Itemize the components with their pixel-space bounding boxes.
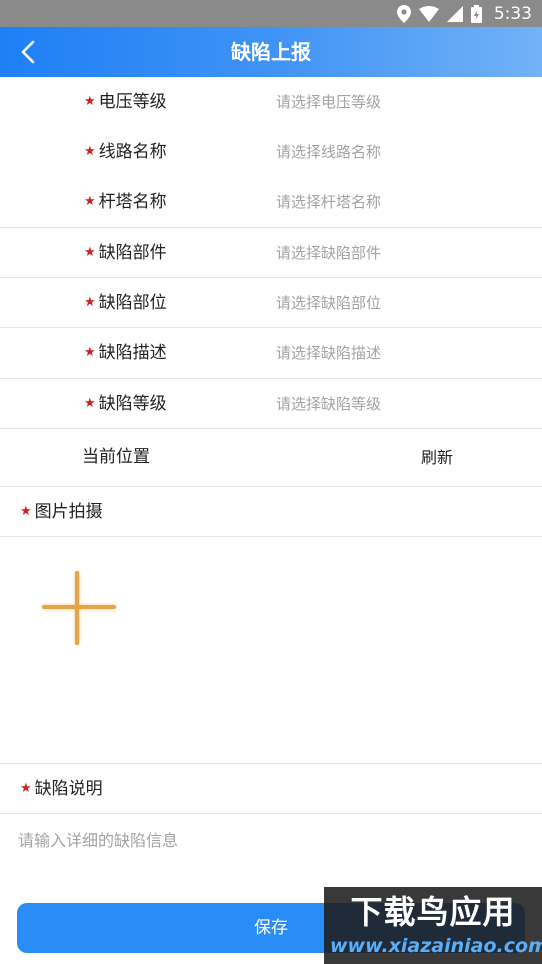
add-photo-button[interactable] <box>38 568 120 648</box>
defect-part-row[interactable]: ★ 缺陷部位 请选择缺陷部位 <box>0 278 542 328</box>
line-name-row[interactable]: ★ 线路名称 请选择线路名称 <box>0 127 542 177</box>
divider <box>0 536 542 537</box>
watermark-title: 下载鸟应用 <box>350 893 516 931</box>
voltage-level-select[interactable]: 请选择电压等级 <box>276 77 381 127</box>
required-star-icon: ★ <box>20 504 32 519</box>
location-icon <box>396 4 411 23</box>
voltage-level-label-text: 电压等级 <box>98 92 167 112</box>
defect-component-label: ★ 缺陷部件 <box>84 228 167 278</box>
line-name-select[interactable]: 请选择线路名称 <box>276 127 381 177</box>
defect-description-select[interactable]: 请选择缺陷描述 <box>276 328 381 378</box>
description-section-label-text: 缺陷说明 <box>34 779 103 799</box>
required-star-icon: ★ <box>84 396 96 411</box>
line-name-label: ★ 线路名称 <box>84 127 167 177</box>
status-bar: 5:33 <box>0 0 542 27</box>
defect-level-select[interactable]: 请选择缺陷等级 <box>276 379 381 429</box>
voltage-level-row[interactable]: ★ 电压等级 请选择电压等级 <box>0 77 542 127</box>
battery-icon <box>470 4 482 23</box>
voltage-level-label: ★ 电压等级 <box>84 77 167 127</box>
defect-level-label-text: 缺陷等级 <box>98 394 167 414</box>
required-star-icon: ★ <box>84 144 96 159</box>
status-icons: 5:33 <box>396 3 532 24</box>
required-star-icon: ★ <box>20 781 32 796</box>
watermark-url: www.xiazainiao.com <box>330 935 542 957</box>
divider <box>0 813 542 814</box>
defect-component-select[interactable]: 请选择缺陷部件 <box>276 228 381 278</box>
status-time: 5:33 <box>493 3 532 24</box>
defect-part-label: ★ 缺陷部位 <box>84 278 167 328</box>
line-name-label-text: 线路名称 <box>98 142 167 162</box>
required-star-icon: ★ <box>84 295 96 310</box>
wifi-icon <box>418 5 439 22</box>
defect-description-label: ★ 缺陷描述 <box>84 328 167 378</box>
defect-level-row[interactable]: ★ 缺陷等级 请选择缺陷等级 <box>0 379 542 429</box>
watermark: 下载鸟应用 www.xiazainiao.com <box>324 887 542 964</box>
defect-description-row[interactable]: ★ 缺陷描述 请选择缺陷描述 <box>0 328 542 378</box>
tower-name-select[interactable]: 请选择杆塔名称 <box>276 177 381 227</box>
page-title: 缺陷上报 <box>231 40 311 64</box>
required-star-icon: ★ <box>84 345 96 360</box>
defect-detail-input[interactable] <box>0 815 542 895</box>
defect-component-row[interactable]: ★ 缺陷部件 请选择缺陷部件 <box>0 228 542 278</box>
required-star-icon: ★ <box>84 94 96 109</box>
signal-icon <box>446 5 463 22</box>
defect-part-label-text: 缺陷部位 <box>98 293 167 313</box>
defect-part-select[interactable]: 请选择缺陷部位 <box>276 278 381 328</box>
tower-name-label: ★ 杆塔名称 <box>84 177 167 227</box>
defect-component-label-text: 缺陷部件 <box>98 243 167 263</box>
current-location-label: 当前位置 <box>82 447 150 467</box>
required-star-icon: ★ <box>84 245 96 260</box>
description-section-label: ★ 缺陷说明 <box>20 764 103 814</box>
photo-section-label-text: 图片拍摄 <box>34 502 103 522</box>
refresh-location-button[interactable]: 刷新 <box>410 429 464 486</box>
photo-section-label: ★ 图片拍摄 <box>20 487 103 537</box>
defect-description-label-text: 缺陷描述 <box>98 343 167 363</box>
tower-name-row[interactable]: ★ 杆塔名称 请选择杆塔名称 <box>0 177 542 227</box>
defect-level-label: ★ 缺陷等级 <box>84 379 167 429</box>
tower-name-label-text: 杆塔名称 <box>98 192 167 212</box>
app-bar: 缺陷上报 <box>0 27 542 77</box>
required-star-icon: ★ <box>84 194 96 209</box>
